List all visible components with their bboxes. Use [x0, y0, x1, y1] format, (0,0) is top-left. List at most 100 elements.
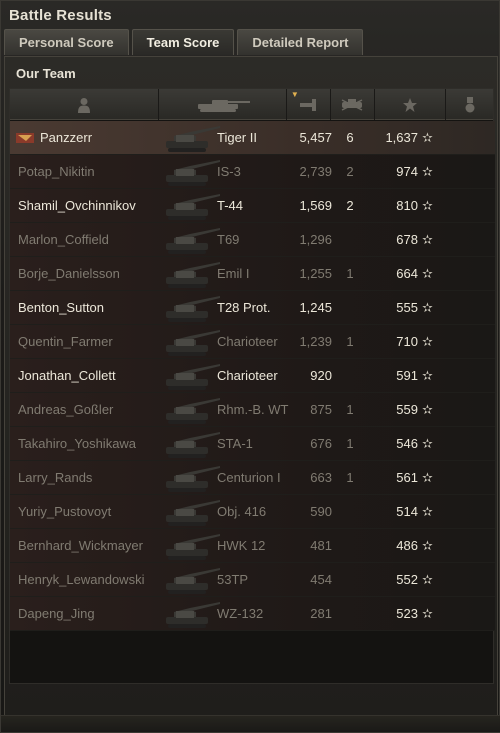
player-name[interactable]: Takahiro_Yoshikawa: [18, 436, 152, 451]
tank-image-icon: [160, 530, 220, 562]
player-name[interactable]: Dapeng_Jing: [18, 606, 152, 621]
player-name[interactable]: Marlon_Coffield: [18, 232, 152, 247]
kills-value: 1: [346, 436, 354, 451]
xp-value: 559: [396, 402, 418, 417]
player-name[interactable]: Jonathan_Collett: [18, 368, 152, 383]
player-name[interactable]: Quentin_Farmer: [18, 334, 152, 349]
tank-name: Charioteer: [217, 368, 278, 383]
star-icon: ✫: [422, 503, 433, 519]
player-name[interactable]: Larry_Rands: [18, 470, 152, 485]
table-row[interactable]: Bernhard_Wickmayer HWK 12 481 486 ✫: [10, 529, 495, 563]
table-row[interactable]: Andreas_Goßler Rhm.-B. WT 875 1 559 ✫: [10, 393, 495, 427]
player-name[interactable]: Benton_Sutton: [18, 300, 152, 315]
column-header-tank[interactable]: [159, 89, 287, 120]
table-row[interactable]: Henryk_Lewandowski 53TP 454 552 ✫: [10, 563, 495, 597]
tab-bar: Personal Score Team Score Detailed Repor…: [4, 29, 364, 55]
tank-image-icon: [160, 360, 220, 392]
tank-name: Charioteer: [217, 334, 278, 349]
column-header-player[interactable]: [10, 89, 160, 120]
tank-name: T-44: [217, 198, 244, 213]
star-icon: ✫: [422, 367, 433, 383]
tank-image-icon: [160, 564, 220, 596]
damage-icon: [300, 98, 317, 111]
tank-image-icon: [160, 258, 220, 290]
tank-image-icon: [160, 598, 220, 630]
player-name[interactable]: Potap_Nikitin: [18, 164, 152, 179]
table-row[interactable]: Marlon_Coffield T69 1,296 678 ✫: [10, 223, 495, 257]
sort-arrow-icon: ▼: [290, 90, 299, 99]
tank-image-icon: [160, 122, 220, 154]
bottom-bar: [1, 715, 500, 732]
tab-team-score[interactable]: Team Score: [131, 29, 235, 55]
table-row[interactable]: Quentin_Farmer Charioteer 1,239 1 710 ✫: [10, 325, 495, 359]
kills-value: 1: [346, 402, 354, 417]
tank-name: HWK 12: [217, 538, 266, 553]
tank-image-icon: [160, 496, 220, 528]
star-icon: ✫: [422, 401, 433, 417]
column-header-medal[interactable]: [446, 89, 493, 120]
kills-value: 6: [346, 130, 354, 145]
table-row[interactable]: Borje_Danielsson Emil I 1,255 1 664 ✫: [10, 257, 495, 291]
star-icon: ✫: [422, 333, 433, 349]
tank-image-icon: [160, 292, 220, 324]
tab-personal-score[interactable]: Personal Score: [4, 29, 129, 55]
table-row[interactable]: Shamil_Ovchinnikov T-44 1,569 2 810 ✫: [10, 189, 495, 223]
table-row[interactable]: Dapeng_Jing WZ-132 281 523 ✫: [10, 597, 495, 631]
xp-value: 710: [396, 334, 418, 349]
tank-image-icon: [160, 326, 220, 358]
star-icon: ✫: [422, 197, 433, 213]
damage-value: 676: [310, 436, 332, 451]
tank-name: WZ-132: [217, 606, 264, 621]
column-header-xp[interactable]: [375, 89, 447, 120]
team-title: Our Team: [16, 66, 76, 81]
column-header-damage[interactable]: ▼: [287, 89, 331, 120]
xp-value: 546: [396, 436, 418, 451]
player-name[interactable]: Andreas_Goßler: [18, 402, 152, 417]
tank-name: Tiger II: [217, 130, 257, 145]
tank-image-icon: [160, 394, 220, 426]
star-icon: ✫: [422, 571, 433, 587]
player-name[interactable]: Borje_Danielsson: [18, 266, 152, 281]
xp-value: 561: [396, 470, 418, 485]
damage-value: 481: [310, 538, 332, 553]
damage-value: 590: [310, 504, 332, 519]
damage-value: 920: [310, 368, 332, 383]
player-name[interactable]: Yuriy_Pustovoyt: [18, 504, 152, 519]
xp-value: 810: [396, 198, 418, 213]
player-name[interactable]: Shamil_Ovchinnikov: [18, 198, 152, 213]
window-title: Battle Results: [9, 7, 112, 24]
player-name[interactable]: Panzzerr: [40, 130, 160, 145]
table-row[interactable]: Jonathan_Collett Charioteer 920 591 ✫: [10, 359, 495, 393]
table-row[interactable]: Potap_Nikitin IS-3 2,739 2 974 ✫: [10, 155, 495, 189]
tank-name: IS-3: [217, 164, 241, 179]
tank-name: Obj. 416: [217, 504, 267, 519]
star-icon: ✫: [422, 299, 433, 315]
kills-value: 1: [346, 266, 354, 281]
damage-value: 663: [310, 470, 332, 485]
tank-name: Rhm.-B. WT: [217, 402, 289, 417]
kills-value: 2: [346, 164, 354, 179]
xp-value: 555: [396, 300, 418, 315]
player-name[interactable]: Henryk_Lewandowski: [18, 572, 152, 587]
star-icon: ✫: [422, 435, 433, 451]
table-row[interactable]: Benton_Sutton T28 Prot. 1,245 555 ✫: [10, 291, 495, 325]
kills-value: 1: [346, 334, 354, 349]
xp-value: 514: [396, 504, 418, 519]
damage-value: 1,296: [299, 232, 332, 247]
star-icon: ✫: [422, 605, 433, 621]
table-row[interactable]: Yuriy_Pustovoyt Obj. 416 590 514 ✫: [10, 495, 495, 529]
team-score-table: ▼ Panzzerr Tiger II 5,457 6 1,637 ✫ Pota…: [9, 88, 495, 684]
xp-value: 974: [396, 164, 418, 179]
damage-value: 2,739: [299, 164, 332, 179]
xp-value: 664: [396, 266, 418, 281]
table-row[interactable]: Takahiro_Yoshikawa STA-1 676 1 546 ✫: [10, 427, 495, 461]
column-header-kills[interactable]: [331, 89, 375, 120]
damage-value: 1,239: [299, 334, 332, 349]
table-row[interactable]: Panzzerr Tiger II 5,457 6 1,637 ✫: [10, 121, 495, 155]
tab-detailed-report[interactable]: Detailed Report: [237, 29, 364, 55]
kills-value: 1: [346, 470, 354, 485]
player-name[interactable]: Bernhard_Wickmayer: [18, 538, 152, 553]
table-row[interactable]: Larry_Rands Centurion I 663 1 561 ✫: [10, 461, 495, 495]
damage-value: 1,255: [299, 266, 332, 281]
tank-name: Centurion I: [217, 470, 281, 485]
